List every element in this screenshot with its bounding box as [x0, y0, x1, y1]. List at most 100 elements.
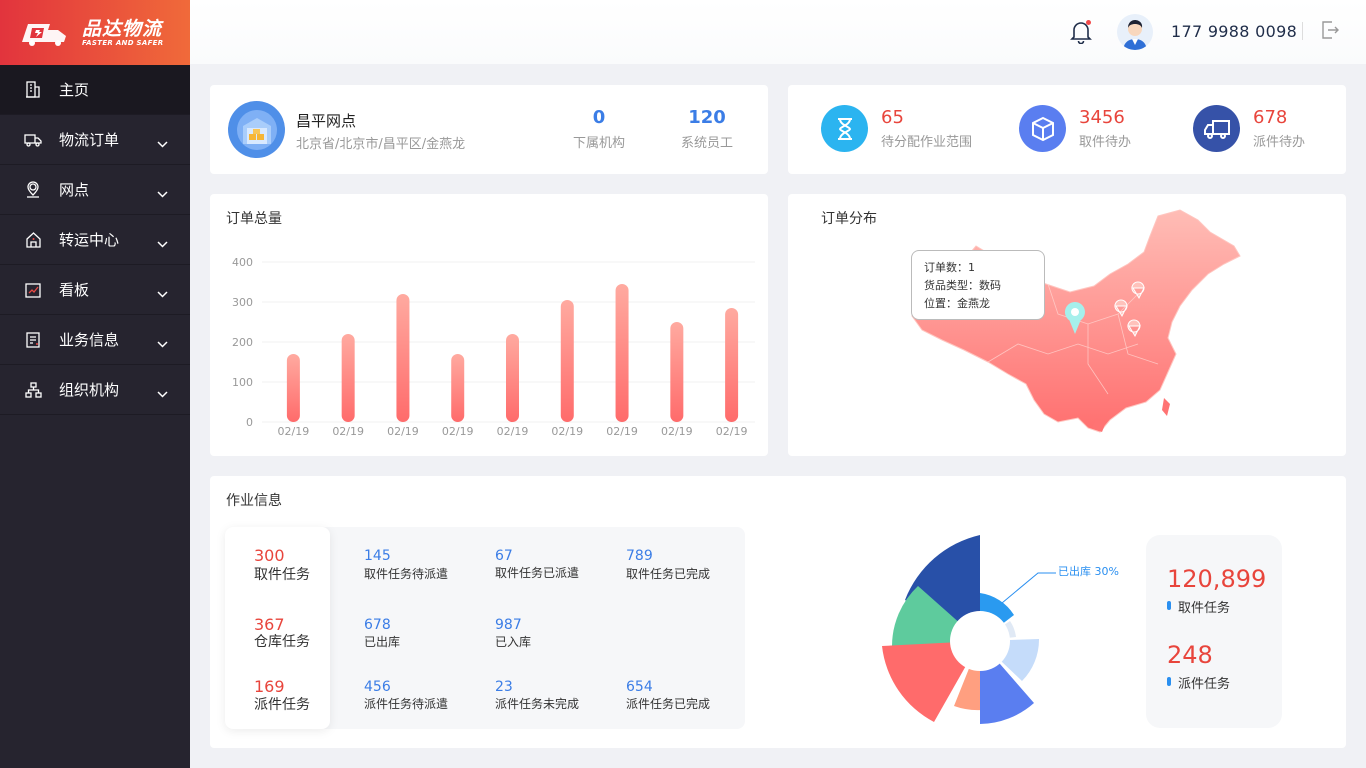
chevron-down-icon: [157, 384, 168, 402]
x-tick-label: 02/19: [497, 425, 529, 438]
todo-card: 65 待分配作业范围 3456 取件待办 678 派件待办: [788, 85, 1346, 174]
home-icon: [24, 231, 42, 249]
van-icon: [1193, 105, 1240, 152]
stat-value: 654: [626, 679, 653, 695]
stat-label[interactable]: 派件任务待派遣: [364, 695, 448, 712]
todo-unassigned-scope[interactable]: 65 待分配作业范围: [821, 105, 972, 152]
sidebar-item-label: 主页: [59, 81, 90, 99]
sidebar-item-transit-center[interactable]: 转运中心: [0, 215, 190, 265]
site-address: 北京省/北京市/昌平区/金燕龙: [296, 137, 466, 152]
bar[interactable]: [286, 354, 300, 422]
logo-truck-icon: [18, 18, 76, 48]
x-tick-label: 02/19: [551, 425, 583, 438]
stat-label[interactable]: 派件任务已完成: [626, 695, 710, 712]
hourglass-icon: [821, 105, 868, 152]
delivery-task-label[interactable]: 派件任务: [254, 694, 310, 714]
chart-line-icon: [24, 281, 42, 299]
warehouse-icon: [228, 101, 285, 158]
todo-delivery[interactable]: 678 派件待办: [1193, 105, 1305, 152]
todo-label: 待分配作业范围: [881, 135, 973, 150]
chevron-down-icon: [157, 334, 168, 352]
sidebar-item-organization[interactable]: 组织机构: [0, 365, 190, 415]
ops-total-panel: [1146, 535, 1282, 728]
sub-orgs-value: 0: [592, 107, 606, 128]
site-name: 昌平网点: [296, 112, 357, 130]
todo-value: 65: [881, 107, 904, 128]
ops-info-card: 作业信息 300 取件任务 367 仓库任务 169 派件任务 145 取件任务…: [210, 476, 1346, 748]
app-name: 品达物流: [82, 17, 163, 40]
stat-value: 23: [495, 679, 513, 695]
truck-icon: [24, 131, 42, 149]
order-total-card: 订单总量 400 300 200 100 0 02/19 02/19 02/19 02/19 02…: [210, 194, 768, 456]
user-phone: 177 9988 0098: [1171, 22, 1298, 41]
rose-callout-label: 已出库 30%: [1058, 565, 1119, 578]
x-tick-label: 02/19: [606, 425, 638, 438]
sidebar-item-label: 网点: [59, 181, 90, 199]
bar[interactable]: [396, 294, 410, 422]
sidebar-item-label: 业务信息: [59, 331, 120, 349]
sidebar-item-dashboard[interactable]: 看板: [0, 265, 190, 315]
y-tick-label: 0: [246, 416, 253, 429]
staff-stat[interactable]: 120 系统员工: [667, 107, 747, 151]
y-tick-label: 400: [232, 256, 253, 269]
bar[interactable]: [670, 322, 684, 422]
staff-value: 120: [688, 107, 726, 128]
bar[interactable]: [725, 308, 739, 422]
chevron-down-icon: [157, 284, 168, 302]
y-tick-label: 200: [232, 336, 253, 349]
stat-label[interactable]: 派件任务未完成: [495, 695, 579, 712]
stat-label[interactable]: 取件任务已完成: [626, 565, 710, 582]
stat-label[interactable]: 已入库: [495, 633, 531, 650]
document-icon: [24, 331, 42, 349]
staff-label: 系统员工: [680, 136, 733, 151]
todo-value: 678: [1253, 107, 1288, 128]
sidebar-item-label: 组织机构: [59, 381, 120, 399]
site-info-card: 昌平网点 北京省/北京市/昌平区/金燕龙 0 下属机构 120 系统员工: [210, 85, 768, 174]
sidebar-item-label: 看板: [59, 281, 90, 299]
x-tick-label: 02/19: [442, 425, 474, 438]
bar[interactable]: [506, 334, 519, 422]
logout-icon[interactable]: [1320, 20, 1340, 44]
sidebar-item-home[interactable]: 主页: [0, 65, 190, 115]
sidebar-item-business-info[interactable]: 业务信息: [0, 315, 190, 365]
x-tick-label: 02/19: [716, 425, 748, 438]
total-pickup-value: 120,899: [1167, 565, 1267, 593]
stat-label[interactable]: 取件任务待派遣: [364, 565, 448, 582]
pickup-task-label[interactable]: 取件任务: [254, 564, 310, 584]
app-logo[interactable]: 品达物流 FASTER AND SAFER: [0, 0, 190, 65]
todo-label: 派件待办: [1253, 135, 1306, 150]
chevron-down-icon: [157, 184, 168, 202]
ops-rose-chart[interactable]: [860, 528, 1160, 728]
todo-value: 3456: [1079, 107, 1125, 128]
x-tick-label: 02/19: [332, 425, 364, 438]
avatar[interactable]: [1117, 14, 1153, 50]
sub-orgs-label: 下属机构: [572, 136, 625, 151]
bar[interactable]: [560, 300, 574, 422]
stat-label[interactable]: 取件任务已派遣: [495, 564, 579, 581]
stat-value: 678: [364, 617, 391, 633]
sidebar-item-outlets[interactable]: 网点: [0, 165, 190, 215]
china-map[interactable]: [788, 194, 1346, 456]
top-header: 177 9988 0098: [190, 0, 1366, 64]
warehouse-task-label[interactable]: 仓库任务: [254, 631, 310, 651]
stat-value: 987: [495, 617, 522, 633]
bar[interactable]: [451, 354, 465, 422]
tooltip-location: 位置：金燕龙: [924, 297, 990, 310]
bell-icon[interactable]: [1070, 20, 1092, 45]
todo-pickup[interactable]: 3456 取件待办: [1019, 105, 1131, 152]
divider: [1302, 22, 1303, 40]
bar[interactable]: [615, 284, 629, 422]
sidebar-item-logistics-orders[interactable]: 物流订单: [0, 115, 190, 165]
stat-value: 145: [364, 548, 391, 564]
app-slogan: FASTER AND SAFER: [82, 38, 164, 47]
map-tooltip: 订单数：1 货品类型：数码 位置：金燕龙: [911, 250, 1045, 320]
building-icon: [24, 81, 42, 99]
total-pickup-label: 取件任务: [1167, 597, 1230, 616]
bar[interactable]: [341, 334, 355, 422]
sidebar: 品达物流 FASTER AND SAFER 主页 物流订单 网点 转运中心 看板…: [0, 0, 190, 768]
sub-orgs-stat[interactable]: 0 下属机构: [559, 107, 639, 151]
org-tree-icon: [24, 381, 42, 399]
y-tick-label: 300: [232, 296, 253, 309]
chevron-down-icon: [157, 234, 168, 252]
stat-label[interactable]: 已出库: [364, 633, 400, 650]
